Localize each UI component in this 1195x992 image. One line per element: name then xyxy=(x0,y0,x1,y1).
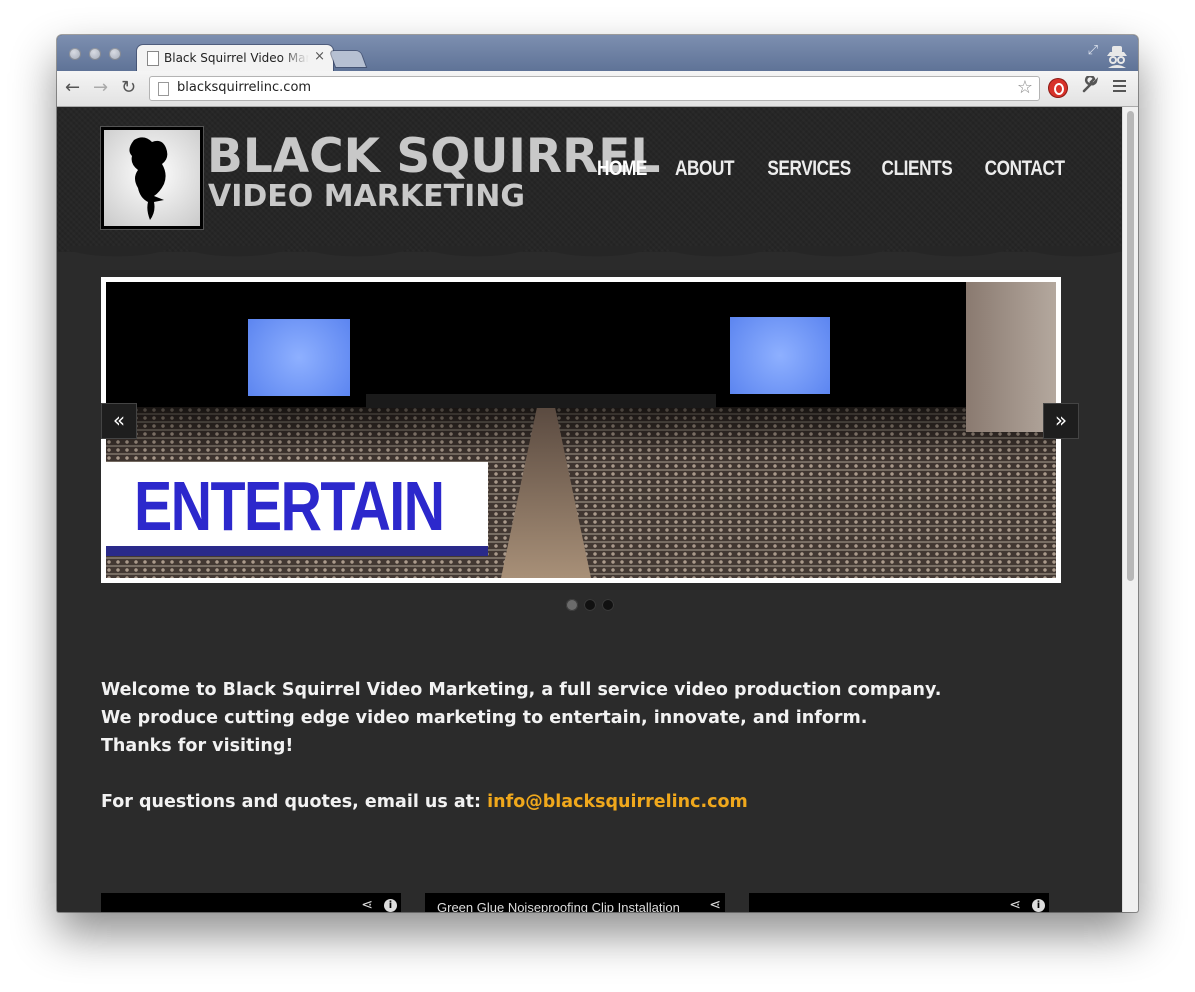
wrench-icon[interactable] xyxy=(1081,74,1099,99)
tab-title: Black Squirrel Video Marketing xyxy=(164,51,309,65)
zoom-window-button[interactable] xyxy=(109,48,121,60)
forward-button[interactable]: → xyxy=(93,77,108,99)
nav-about[interactable]: ABOUT xyxy=(675,157,735,181)
info-icon[interactable]: i xyxy=(384,899,397,912)
reload-button[interactable]: ↻ xyxy=(121,77,136,99)
intro-line-2: We produce cutting edge video marketing … xyxy=(101,708,868,728)
page-icon xyxy=(158,82,169,96)
intro-line-1: Welcome to Black Squirrel Video Marketin… xyxy=(101,680,942,700)
scrollbar-thumb[interactable] xyxy=(1127,111,1134,581)
share-icon[interactable]: ⋖ xyxy=(1009,897,1021,912)
stage-image xyxy=(366,394,716,408)
address-bar[interactable]: blacksquirrelinc.com ☆ xyxy=(149,76,1040,101)
share-icon[interactable]: ⋖ xyxy=(709,897,721,912)
menu-icon[interactable] xyxy=(1113,80,1126,92)
close-window-button[interactable] xyxy=(69,48,81,60)
slide-image: ENTERTAIN xyxy=(106,282,1056,578)
contact-prefix: For questions and quotes, email us at: xyxy=(101,792,488,812)
back-button[interactable]: ← xyxy=(65,77,80,99)
email-link[interactable]: info@blacksquirrelinc.com xyxy=(487,792,748,812)
browser-window: Black Squirrel Video Marketing × ⤢ ← → ↻… xyxy=(57,35,1138,912)
nav-home[interactable]: HOME xyxy=(597,157,647,181)
nav-services[interactable]: SERVICES xyxy=(768,157,852,181)
intro-line-3: Thanks for visiting! xyxy=(101,736,294,756)
incognito-icon xyxy=(1107,46,1127,68)
tab-close-icon[interactable]: × xyxy=(314,49,325,64)
fullscreen-icon[interactable]: ⤢ xyxy=(1088,43,1098,58)
slider-dot-3[interactable] xyxy=(602,599,614,611)
video-embed-3[interactable]: ⋖ i xyxy=(749,893,1049,912)
slider-next-button[interactable]: » xyxy=(1043,403,1079,439)
video-embed-1[interactable]: ⋖ i xyxy=(101,893,401,912)
page-viewport: BLACK SQUIRREL VIDEO MARKETING HOME ABOU… xyxy=(57,107,1138,912)
nav-contact[interactable]: CONTACT xyxy=(985,157,1065,181)
title-bar: Black Squirrel Video Marketing × ⤢ xyxy=(57,35,1138,71)
slider-dot-1[interactable] xyxy=(566,599,578,611)
contact-line: For questions and quotes, email us at: i… xyxy=(101,788,1001,816)
minimize-window-button[interactable] xyxy=(89,48,101,60)
url-text[interactable]: blacksquirrelinc.com xyxy=(177,80,311,95)
browser-tab[interactable]: Black Squirrel Video Marketing × xyxy=(137,45,333,71)
video-title: Green Glue Noiseproofing Clip Installati… xyxy=(437,900,680,912)
vertical-scrollbar[interactable] xyxy=(1122,107,1138,912)
intro-text: Welcome to Black Squirrel Video Marketin… xyxy=(101,676,1001,816)
bookmark-star-icon[interactable]: ☆ xyxy=(1017,77,1033,98)
slider-dot-2[interactable] xyxy=(584,599,596,611)
video-embed-2[interactable]: Green Glue Noiseproofing Clip Installati… xyxy=(425,893,725,912)
main-nav: HOME ABOUT SERVICES CLIENTS CONTACT xyxy=(586,157,1065,181)
power-extension-icon[interactable] xyxy=(1049,79,1067,97)
browser-toolbar: ← → ↻ blacksquirrelinc.com ☆ xyxy=(57,71,1138,107)
nav-clients[interactable]: CLIENTS xyxy=(882,157,953,181)
logo-subtitle: VIDEO MARKETING xyxy=(208,179,525,214)
slider-prev-button[interactable]: « xyxy=(101,403,137,439)
projection-screen-right xyxy=(730,317,830,394)
slider-pagination xyxy=(566,599,614,611)
squirrel-logo-icon[interactable] xyxy=(101,127,203,229)
new-tab-button[interactable] xyxy=(330,51,366,67)
page-icon xyxy=(147,51,159,66)
slide-caption: ENTERTAIN xyxy=(134,467,445,545)
slide-caption-box: ENTERTAIN xyxy=(106,462,488,556)
projection-screen-left xyxy=(248,319,350,396)
site-header: BLACK SQUIRREL VIDEO MARKETING HOME ABOU… xyxy=(57,107,1123,258)
share-icon[interactable]: ⋖ xyxy=(361,897,373,912)
info-icon[interactable]: i xyxy=(1032,899,1045,912)
hero-slider: ENTERTAIN xyxy=(101,277,1061,583)
